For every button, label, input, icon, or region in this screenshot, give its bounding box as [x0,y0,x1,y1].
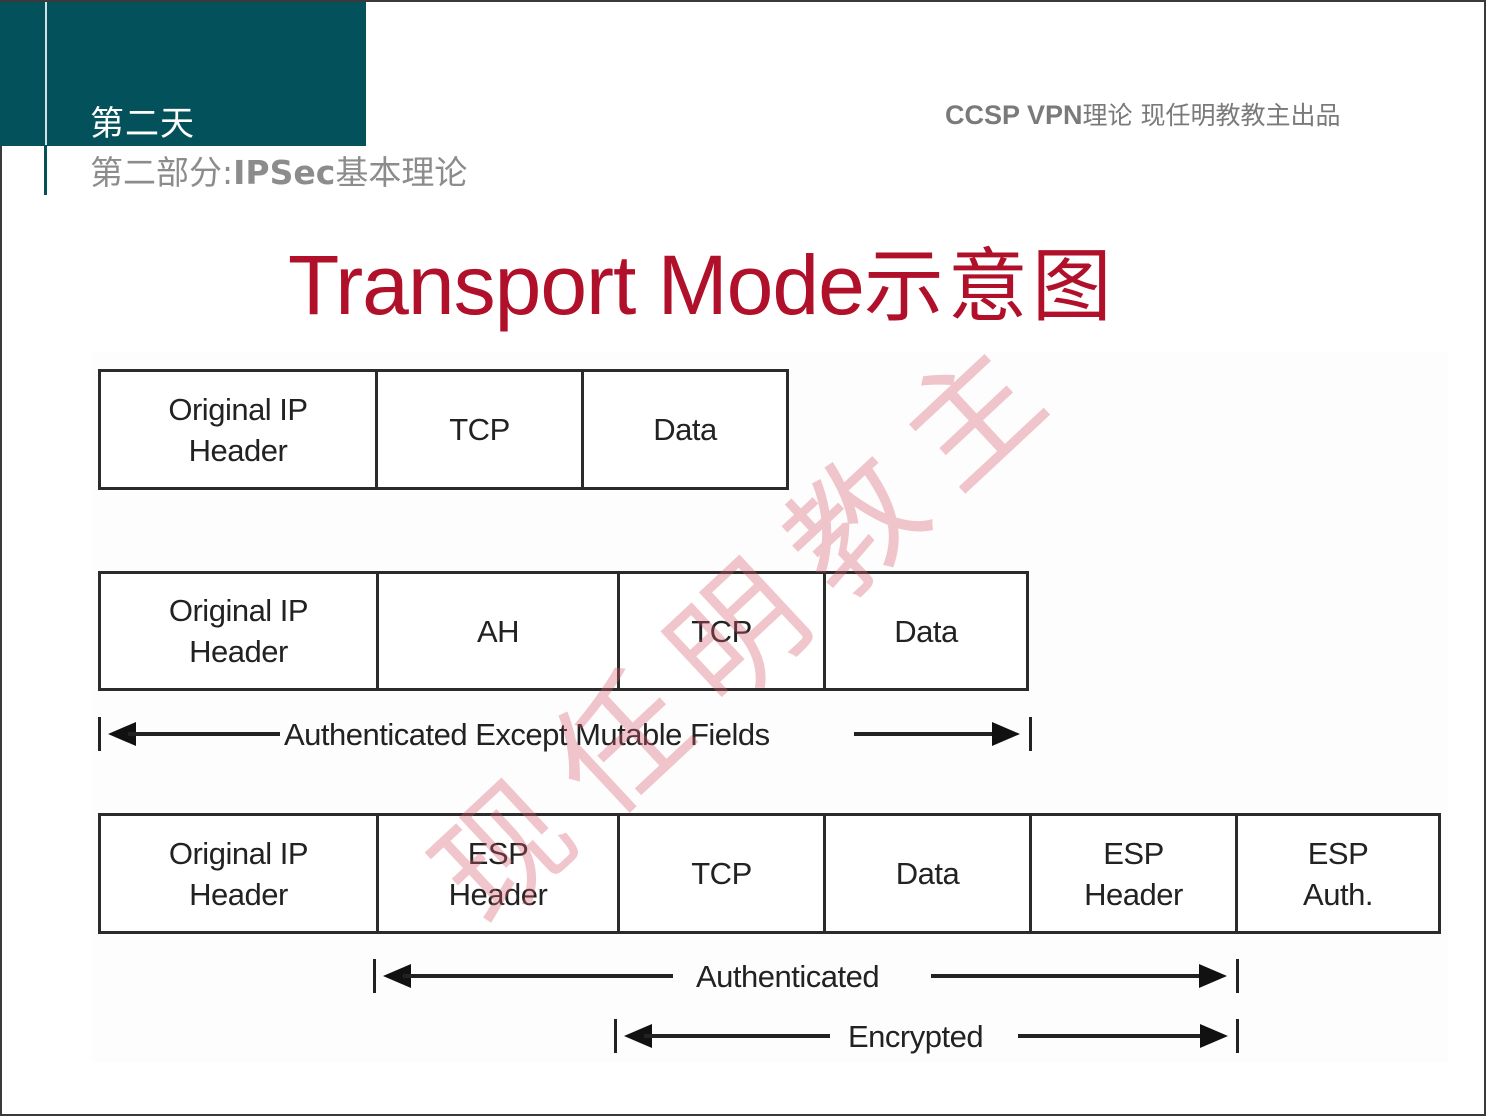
ah-packet-row: Original IP Header AH TCP Data [98,571,1029,691]
span-label: Encrypted [848,1019,984,1054]
packet-cell-data: Data [894,613,958,649]
arrow-right-icon [1199,964,1227,988]
ah-authenticated-span: Authenticated Except Mutable Fields [98,713,1032,757]
slide-title-cn: 示意图 [863,240,1116,333]
span-end-tick [1236,1019,1239,1053]
packet-cell-original-ip-header: Original IP Header [101,372,378,487]
span-line-left [403,974,673,978]
brand-cn: 理论 现任明教教主出品 [1082,101,1341,130]
packet-cell-tcp: TCP [620,816,826,931]
span-line-left [644,1034,830,1038]
span-label: Authenticated [696,959,880,994]
arrow-right-icon [1200,1024,1228,1048]
packet-cell-data: Data [826,816,1032,931]
packet-cell-esp-auth: ESP Auth. [1303,835,1373,912]
header-accent-line-inner [45,2,47,145]
section-title: 第二部分:IPSec基本理论 [90,146,467,194]
packet-cell-original-ip-header: Original IP Header [101,816,379,931]
packet-cell-esp-header: ESP Header [379,816,620,931]
span-start-tick [373,959,376,993]
brand-line: CCSP VPN理论 现任明教教主出品 [945,96,1341,132]
span-end-tick [1236,959,1239,993]
original-packet-row: Original IP Header TCP Data [98,369,789,490]
esp-encrypted-span: Encrypted [614,1015,1239,1059]
packet-cell-tcp: TCP [620,574,826,688]
arrow-right-icon [992,722,1020,746]
section-prefix: 第二部分: [90,153,234,192]
packet-cell-esp-trailer: ESP Header [1032,816,1238,931]
esp-authenticated-span: Authenticated [373,955,1239,999]
span-line-right [854,732,994,736]
section-suffix: 基本理论 [335,153,468,192]
brand-en: CCSP VPN [945,100,1083,130]
packet-cell-ah: AH [379,574,620,688]
packet-cell-data: Data [653,412,717,447]
slide-title: Transport Mode示意图 [288,222,1116,338]
span-label: Authenticated Except Mutable Fields [284,717,770,752]
section-en: IPSec [233,153,336,192]
span-start-tick [98,717,101,751]
span-start-tick [614,1019,617,1053]
span-line-right [1018,1034,1204,1038]
span-line-right [931,974,1203,978]
day-title: 第二天 [90,104,195,144]
esp-packet-row: Original IP Header ESP Header TCP Data E… [98,813,1441,934]
packet-cell-tcp: TCP [378,372,584,487]
span-end-tick [1029,717,1032,751]
packet-cell-original-ip-header: Original IP Header [101,574,379,688]
slide-title-en: Transport Mode [288,238,865,332]
span-line-left [128,732,280,736]
